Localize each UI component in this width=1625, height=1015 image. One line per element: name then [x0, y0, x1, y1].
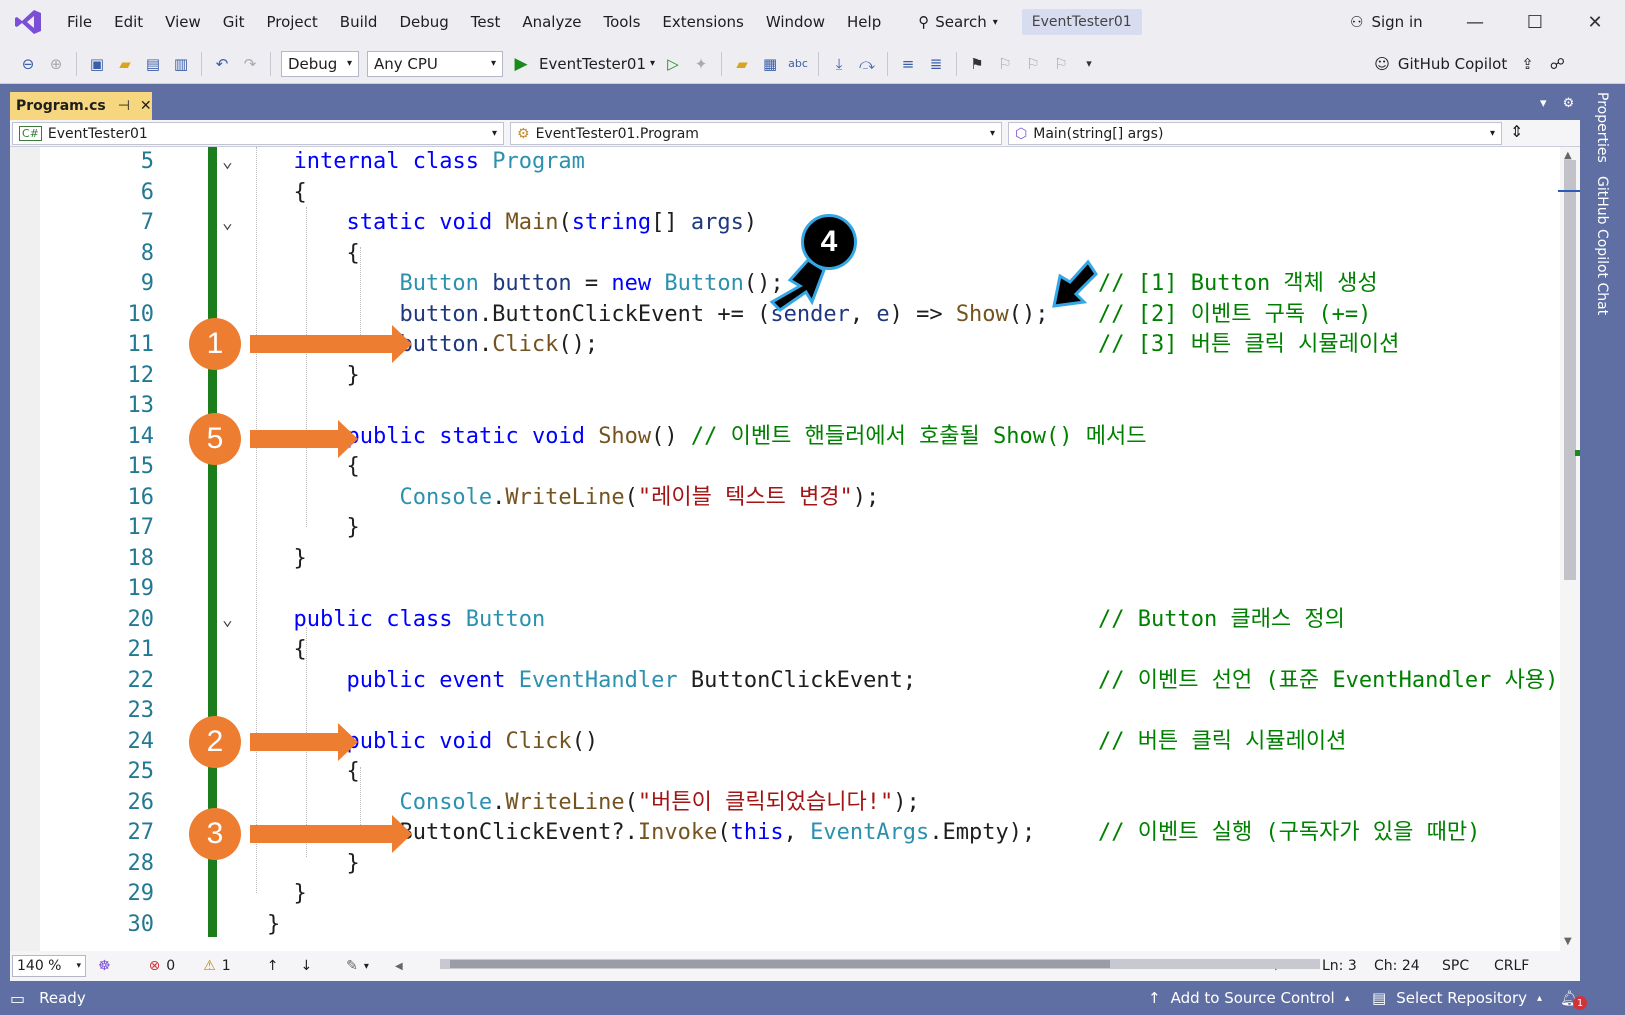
step-marker-3: 3 [189, 808, 241, 860]
step-marker-5: 5 [189, 413, 241, 465]
arrow-marker-2 [250, 723, 358, 761]
arrow-to-button-constructor [769, 258, 826, 312]
step-marker-4: 4 [801, 214, 857, 270]
arrow-marker-3 [250, 815, 412, 853]
arrow-to-show-call [1052, 259, 1098, 308]
arrow-marker-1 [250, 325, 412, 363]
step-marker-1: 1 [189, 318, 241, 370]
annotation-arrows [250, 258, 1098, 853]
arrow-marker-5 [250, 420, 358, 458]
step-marker-2: 2 [189, 716, 241, 768]
